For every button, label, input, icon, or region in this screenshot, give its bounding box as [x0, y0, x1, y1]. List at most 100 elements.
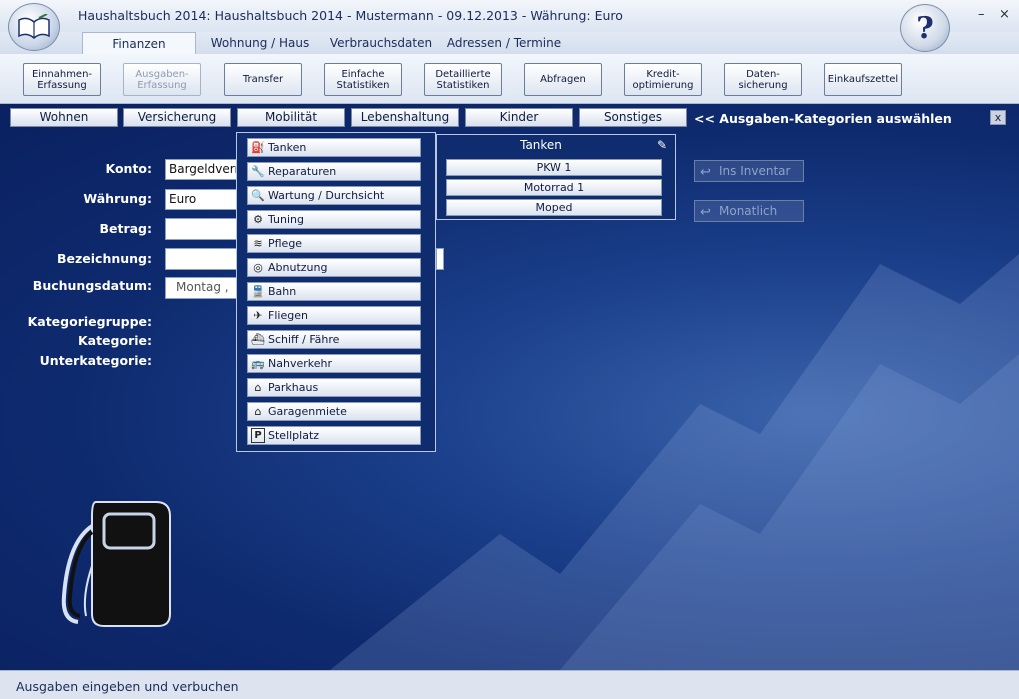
subcategory-pkw1[interactable]: PKW 1	[446, 159, 662, 176]
title-bar: Haushaltsbuch 2014: Haushaltsbuch 2014 -…	[0, 0, 1019, 32]
car-wash-icon: ≋	[253, 237, 263, 250]
category-list-panel: ⛽ Tanken 🔧 Reparaturen 🔍 Wartung / Durchsic…	[236, 132, 436, 452]
fuel-pump-icon: ⛽	[251, 141, 265, 154]
category-label: Garagenmiete	[268, 405, 347, 418]
engine-icon: ⚙	[253, 213, 263, 226]
category-abnutzung[interactable]: ◎ Abnutzung	[247, 258, 421, 277]
train-icon: 🚆	[251, 285, 265, 298]
tab-verbrauchsdaten[interactable]: Verbrauchsdaten	[326, 32, 436, 54]
tab-finanzen[interactable]: Finanzen	[82, 32, 196, 54]
monatlich-label: Monatlich	[719, 204, 778, 218]
kreditoptimierung-button[interactable]: Kredit- optimierung	[624, 63, 702, 96]
ship-icon: ⛴	[251, 333, 265, 346]
category-label: Tanken	[268, 141, 307, 154]
detaillierte-statistiken-button[interactable]: Detaillierte Statistiken	[424, 63, 502, 96]
ins-inventar-button[interactable]: ↩ Ins Inventar	[694, 160, 804, 182]
menu-tabs: Finanzen Wohnung / Haus Verbrauchsdaten …	[0, 32, 1019, 54]
konto-label: Konto:	[105, 161, 152, 176]
tab-adressen-termine[interactable]: Adressen / Termine	[444, 32, 564, 54]
category-group-versicherung[interactable]: Versicherung	[123, 108, 231, 127]
category-label: Fliegen	[268, 309, 308, 322]
kategorie-label: Kategorie:	[77, 333, 152, 348]
monatlich-button[interactable]: ↩ Monatlich	[694, 200, 804, 222]
category-label: Wartung / Durchsicht	[268, 189, 385, 202]
category-fliegen[interactable]: ✈ Fliegen	[247, 306, 421, 325]
waehrung-label: Währung:	[83, 191, 152, 206]
ausgaben-erfassung-button[interactable]: Ausgaben- Erfassung	[123, 63, 201, 96]
category-stellplatz[interactable]: P Stellplatz	[247, 426, 421, 445]
category-label: Parkhaus	[268, 381, 319, 394]
category-label: Nahverkehr	[268, 357, 332, 370]
category-bahn[interactable]: 🚆 Bahn	[247, 282, 421, 301]
close-panel-button[interactable]: x	[990, 110, 1006, 125]
garage-icon: ⌂	[254, 405, 262, 418]
category-label: Reparaturen	[268, 165, 337, 178]
category-label: Stellplatz	[268, 429, 320, 442]
help-button[interactable]: ?	[900, 4, 950, 52]
ins-inventar-label: Ins Inventar	[719, 164, 791, 178]
transfer-button[interactable]: Transfer	[224, 63, 302, 96]
waehrung-select[interactable]: Euro	[165, 189, 240, 210]
return-arrow-icon: ↩	[700, 205, 711, 220]
category-nahverkehr[interactable]: 🚌 Nahverkehr	[247, 354, 421, 373]
category-schiff-faehre[interactable]: ⛴ Schiff / Fähre	[247, 330, 421, 349]
return-arrow-icon: ↩	[700, 165, 711, 180]
konto-select[interactable]: Bargeldverm	[165, 159, 246, 180]
magnifier-icon: 🔍	[251, 189, 265, 202]
subcategory-panel: Tanken ✎ PKW 1 Motorrad 1 Moped	[436, 134, 676, 220]
datensicherung-button[interactable]: Daten- sicherung	[724, 63, 802, 96]
category-reparaturen[interactable]: 🔧 Reparaturen	[247, 162, 421, 181]
category-label: Tuning	[268, 213, 305, 226]
betrag-input[interactable]	[165, 218, 240, 240]
bezeichnung-input[interactable]	[165, 248, 240, 270]
edit-icon[interactable]: ✎	[657, 138, 667, 152]
window-title: Haushaltsbuch 2014: Haushaltsbuch 2014 -…	[78, 8, 623, 23]
app-window: Haushaltsbuch 2014: Haushaltsbuch 2014 -…	[0, 0, 1019, 699]
category-pflege[interactable]: ≋ Pflege	[247, 234, 421, 253]
category-label: Pflege	[268, 237, 303, 250]
einfache-statistiken-button[interactable]: Einfache Statistiken	[324, 63, 402, 96]
airplane-icon: ✈	[253, 309, 263, 322]
bezeichnung-input-end[interactable]	[436, 248, 444, 270]
category-parkhaus[interactable]: ⌂ Parkhaus	[247, 378, 421, 397]
buchungsdatum-input[interactable]: Montag ,	[165, 277, 240, 299]
betrag-label: Betrag:	[99, 221, 152, 236]
status-text: Ausgaben eingeben und verbuchen	[16, 679, 239, 694]
subcategory-moped[interactable]: Moped	[446, 199, 662, 216]
category-group-mobilitaet[interactable]: Mobilität	[237, 108, 345, 127]
category-group-kinder[interactable]: Kinder	[465, 108, 573, 127]
abfragen-button[interactable]: Abfragen	[524, 63, 602, 96]
tire-icon: ◎	[253, 261, 263, 274]
category-label: Abnutzung	[268, 261, 328, 274]
bus-icon: 🚌	[251, 357, 265, 370]
close-button[interactable]: ×	[999, 7, 1010, 22]
tab-wohnung-haus[interactable]: Wohnung / Haus	[204, 32, 316, 54]
bezeichnung-label: Bezeichnung:	[57, 251, 152, 266]
toolbar-ribbon: Einnahmen- Erfassung Ausgaben- Erfassung…	[0, 54, 1019, 104]
status-bar: Ausgaben eingeben und verbuchen	[0, 670, 1019, 699]
category-label: Bahn	[268, 285, 297, 298]
subcategory-motorrad1[interactable]: Motorrad 1	[446, 179, 662, 196]
minimize-button[interactable]: –	[978, 7, 985, 22]
category-group-sonstiges[interactable]: Sonstiges	[579, 108, 687, 127]
buchungsdatum-label: Buchungsdatum:	[32, 278, 152, 293]
kategoriegruppe-label: Kategoriegruppe:	[27, 314, 152, 329]
category-group-wohnen[interactable]: Wohnen	[10, 108, 118, 127]
parking-icon: P	[251, 428, 265, 443]
main-panel: Wohnen Versicherung Mobilität Lebenshalt…	[0, 104, 1019, 670]
unterkategorie-label: Unterkategorie:	[39, 353, 152, 368]
wrench-icon: 🔧	[251, 165, 265, 178]
category-label: Schiff / Fähre	[268, 333, 340, 346]
parking-garage-icon: ⌂	[254, 381, 262, 394]
category-tanken[interactable]: ⛽ Tanken	[247, 138, 421, 157]
app-logo[interactable]	[8, 3, 60, 51]
einkaufszettel-button[interactable]: Einkaufszettel	[824, 63, 902, 96]
category-prompt: << Ausgaben-Kategorien auswählen	[694, 111, 952, 126]
einnahmen-erfassung-button[interactable]: Einnahmen- Erfassung	[23, 63, 101, 96]
category-group-lebenshaltung[interactable]: Lebenshaltung	[351, 108, 459, 127]
category-garagenmiete[interactable]: ⌂ Garagenmiete	[247, 402, 421, 421]
category-tuning[interactable]: ⚙ Tuning	[247, 210, 421, 229]
category-wartung[interactable]: 🔍 Wartung / Durchsicht	[247, 186, 421, 205]
fuel-pump-illustration	[61, 501, 171, 627]
book-icon	[18, 14, 50, 39]
